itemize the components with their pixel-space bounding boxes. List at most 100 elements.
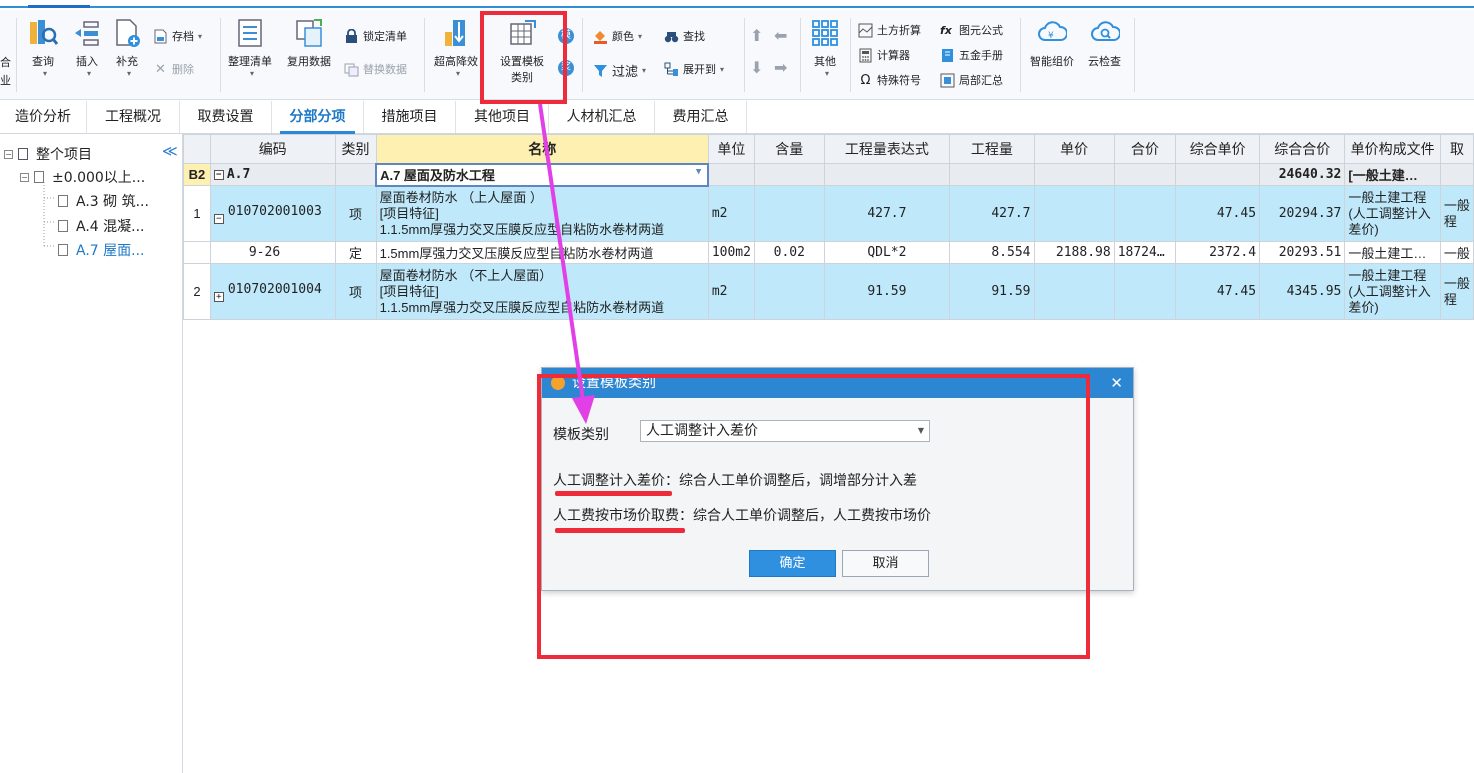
cell-expression[interactable]: 91.59 <box>823 263 951 320</box>
smart-pricing-button[interactable]: ¥ 智能组价 <box>1030 18 1074 69</box>
table-row[interactable]: 2 +010702001004 项 屋面卷材防水 （不上人屋面） [项目特征] … <box>183 263 1474 320</box>
cell-expression[interactable]: 427.7 <box>823 185 951 242</box>
cell-unit-total[interactable]: 47.45 <box>1175 185 1261 242</box>
cell-unit-total[interactable]: 2372.4 <box>1175 241 1261 264</box>
cell-type[interactable]: 项 <box>334 185 377 242</box>
cell-quantity[interactable]: 8.554 <box>949 241 1035 264</box>
cell-code[interactable]: − A.7 <box>209 163 336 186</box>
cell-type[interactable]: 项 <box>334 263 377 320</box>
tab-project-overview[interactable]: 工程概况 <box>87 101 180 133</box>
organize-list-button[interactable]: 整理清单 ▾ <box>228 18 272 78</box>
header-expression[interactable]: 工程量表达式 <box>823 134 951 164</box>
cell-price-file[interactable]: 一般土建工程(人工调整计入差价) <box>1344 185 1441 242</box>
cell-price[interactable]: 2188.98 <box>1033 241 1115 264</box>
cell-content[interactable] <box>753 263 825 320</box>
cell-price-file[interactable]: [一般土建… <box>1344 163 1441 186</box>
cell-price[interactable] <box>1033 185 1115 242</box>
cell-total[interactable]: 20293.51 <box>1259 241 1346 264</box>
cell-extra[interactable]: 一般 <box>1439 241 1474 264</box>
special-symbol-button[interactable]: Ω 特殊符号 <box>858 72 921 88</box>
reuse-data-button[interactable]: 复用数据 <box>287 18 331 69</box>
cell-code[interactable]: +010702001004 <box>209 263 336 320</box>
header-unit[interactable]: 单位 <box>707 134 755 164</box>
cell-unit[interactable]: m2 <box>707 185 755 242</box>
cell-amount[interactable] <box>1113 263 1177 320</box>
partial-summary-button[interactable]: 局部汇总 <box>940 72 1003 88</box>
cell-amount[interactable]: 18724… <box>1113 241 1177 264</box>
tab-sub-items[interactable]: 分部分项 <box>272 101 364 134</box>
cell-name[interactable]: 1.5mm厚强力交叉压膜反应型自粘防水卷材两道 <box>375 241 709 264</box>
cell-total[interactable]: 20294.37 <box>1259 185 1346 242</box>
replace-data-button[interactable]: 替换数据 <box>344 61 407 77</box>
header-type[interactable]: 类别 <box>334 134 377 164</box>
cell-quantity[interactable]: 427.7 <box>949 185 1035 242</box>
element-formula-button[interactable]: fx 图元公式 <box>940 22 1003 38</box>
cell-unit-total[interactable]: 47.45 <box>1175 263 1261 320</box>
cell-unit[interactable]: m2 <box>707 263 755 320</box>
header-quantity[interactable]: 工程量 <box>949 134 1035 164</box>
cell-price-file[interactable]: 一般土建工… <box>1344 241 1441 264</box>
header-extra[interactable]: 取 <box>1439 134 1474 164</box>
filter-button[interactable]: 过滤 ▾ <box>593 61 646 80</box>
cell-extra[interactable]: 一般程 <box>1439 263 1474 320</box>
cell-quantity[interactable]: 91.59 <box>949 263 1035 320</box>
cell-name[interactable]: A.7 屋面及防水工程 ▼ <box>375 162 710 187</box>
header-total[interactable]: 综合合价 <box>1259 134 1346 164</box>
move-left-icon[interactable]: ⬅ <box>774 26 787 45</box>
collapse-toggle-icon[interactable]: − <box>4 149 13 159</box>
earthwork-button[interactable]: 土方折算 <box>858 22 921 38</box>
header-name[interactable]: 名称 <box>375 134 709 164</box>
header-code[interactable]: 编码 <box>209 134 336 164</box>
table-row-sub[interactable]: 9-26 定 1.5mm厚强力交叉压膜反应型自粘防水卷材两道 100m2 0.0… <box>183 241 1474 264</box>
collapse-toggle-icon[interactable]: − <box>20 172 29 182</box>
cell-price[interactable] <box>1033 263 1115 320</box>
header-amount[interactable]: 合价 <box>1113 134 1177 164</box>
other-button[interactable]: 其他 ▾ <box>810 18 840 78</box>
tab-fee-settings[interactable]: 取费设置 <box>180 101 272 133</box>
move-up-icon[interactable]: ⬆ <box>750 26 763 45</box>
close-icon[interactable]: ✕ <box>1110 368 1123 398</box>
cell-amount[interactable] <box>1113 163 1177 186</box>
cell-type[interactable]: 定 <box>334 241 377 264</box>
cell-code[interactable]: −010702001003 <box>209 185 336 242</box>
expand-toggle-icon[interactable]: + <box>213 291 224 302</box>
cell-extra[interactable] <box>1439 163 1474 186</box>
cell-unit[interactable]: 100m2 <box>707 241 755 264</box>
table-row-section[interactable]: B2 − A.7 A.7 屋面及防水工程 ▼ 24640.32 [一般土建… <box>183 162 1474 187</box>
tab-measures[interactable]: 措施项目 <box>364 101 456 133</box>
cell-content[interactable] <box>753 163 825 186</box>
cell-unit-total[interactable] <box>1175 163 1261 186</box>
header-price-file[interactable]: 单价构成文件 <box>1344 134 1441 164</box>
tree-node-root[interactable]: − 整个项目 <box>4 144 92 164</box>
cell-code[interactable]: 9-26 <box>209 241 336 264</box>
delete-button[interactable]: ✕ 删除 <box>153 61 194 77</box>
cell-name[interactable]: 屋面卷材防水 （上人屋面 ） [项目特征] 1.1.5mm厚强力交叉压膜反应型自… <box>375 185 709 242</box>
cell-type[interactable] <box>334 163 377 186</box>
archive-button[interactable]: 存档 ▾ <box>153 28 202 44</box>
header-content[interactable]: 含量 <box>753 134 825 164</box>
cell-name[interactable]: 屋面卷材防水 （不上人屋面） [项目特征] 1.1.5mm厚强力交叉压膜反应型自… <box>375 263 709 320</box>
color-button[interactable]: 颜色 ▾ <box>593 28 642 44</box>
cell-total[interactable]: 4345.95 <box>1259 263 1346 320</box>
move-down-icon[interactable]: ⬇ <box>750 58 763 77</box>
insert-button[interactable]: 插入 ▾ <box>72 18 102 78</box>
collapse-toggle-icon[interactable]: − <box>213 169 224 180</box>
cell-content[interactable]: 0.02 <box>753 241 825 264</box>
cell-total[interactable]: 24640.32 <box>1259 163 1346 186</box>
cell-quantity[interactable] <box>949 163 1035 186</box>
cell-expression[interactable] <box>823 163 951 186</box>
find-button[interactable]: 查找 <box>664 28 705 44</box>
cell-price[interactable] <box>1033 163 1115 186</box>
hardware-manual-button[interactable]: 五金手册 <box>940 47 1003 63</box>
lock-list-button[interactable]: 锁定清单 <box>344 28 407 44</box>
dropdown-arrow-icon[interactable]: ▼ <box>696 167 701 177</box>
cloud-check-button[interactable]: 云检查 <box>1088 18 1121 69</box>
query-button[interactable]: 查询 ▾ <box>28 18 59 78</box>
collapse-toggle-icon[interactable]: − <box>213 213 224 224</box>
cell-extra[interactable]: 一般程 <box>1439 185 1474 242</box>
cell-content[interactable] <box>753 185 825 242</box>
super-high-button[interactable]: 超高降效 ▾ <box>434 18 478 78</box>
header-unit-total[interactable]: 综合单价 <box>1175 134 1261 164</box>
calculator-button[interactable]: 计算器 <box>858 47 910 63</box>
cell-expression[interactable]: QDL*2 <box>823 241 951 264</box>
